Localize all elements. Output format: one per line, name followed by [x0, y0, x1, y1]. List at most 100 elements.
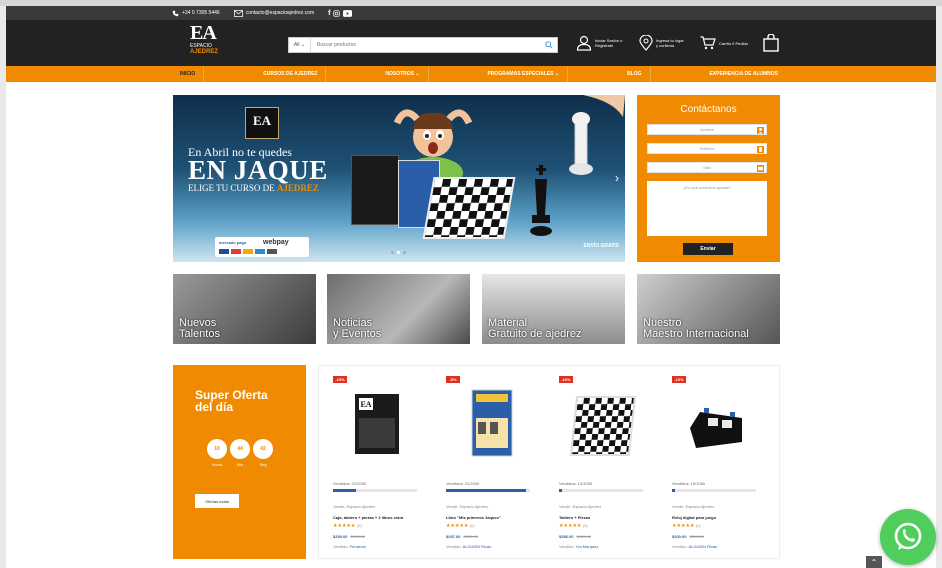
- hero-banner[interactable]: EA En Abril no te quedes EN JAQUE ELIGE …: [173, 95, 625, 262]
- vendor-line: Vendido: Ferrando: [333, 544, 366, 549]
- contact-name-field[interactable]: Nombre: [647, 124, 767, 135]
- contact-title: Contáctanos: [680, 104, 737, 115]
- sold-progress: [672, 489, 756, 492]
- webpay-logo: webpay: [263, 239, 289, 246]
- countdown-hours: 10: [207, 439, 227, 459]
- chevron-up-icon: ⌃: [870, 557, 878, 567]
- tile-material-gratuito[interactable]: Material Gratuito de ajedrez: [482, 274, 625, 344]
- product-card[interactable]: -10% Vendidos: 15/1000 Vende: Espacio Aj…: [658, 366, 771, 560]
- sold-count: Vendidos: 13/1000: [559, 481, 593, 486]
- search-category-select[interactable]: All ⌄: [289, 38, 311, 52]
- seller: Vende: Espacio Ajedrez: [333, 504, 376, 509]
- tile-noticias-eventos[interactable]: Noticias y Eventos: [327, 274, 470, 344]
- rating-stars: ★★★★★ (0): [333, 523, 362, 529]
- user-icon: [757, 127, 764, 134]
- nav-item-experiencia[interactable]: EXPERIENCIA DE ALUMNOS: [701, 66, 786, 82]
- product-name[interactable]: Libro "Mis primeros Jaques": [446, 515, 541, 520]
- tile-nuevos-talentos[interactable]: Nuevos Talentos: [173, 274, 316, 344]
- countdown-seconds: 42: [253, 439, 273, 459]
- contact-message-field[interactable]: ¿En qué podemos ayudar?: [647, 181, 767, 236]
- cart-icon: [700, 36, 716, 50]
- sold-progress: [446, 489, 530, 492]
- youtube-icon[interactable]: [343, 9, 353, 17]
- rating-stars: ★★★★★ (0): [559, 523, 588, 529]
- facebook-icon[interactable]: f: [328, 10, 330, 17]
- sold-progress-fill: [333, 489, 356, 492]
- sold-progress-fill: [559, 489, 563, 492]
- banner-chessboard: [422, 177, 516, 239]
- location-link[interactable]: Ingresa tu lugar y continúa: [639, 35, 686, 51]
- offer-all-button[interactable]: Ofertas todas: [195, 494, 239, 508]
- location-label: Ingresa tu lugar y continúa: [656, 38, 684, 48]
- vendor-line: Vendido: ALGUIEN Rivas: [446, 544, 492, 549]
- banner-next-arrow[interactable]: ›: [615, 171, 619, 185]
- whatsapp-icon: [894, 522, 922, 550]
- site-header: EA ESPACIO AJEDREZ All ⌄ Iniciar Sesión …: [6, 20, 936, 66]
- sold-count: Vendidos: 21/2000: [333, 481, 367, 486]
- tile-label: Nuestro Maestro Internacional: [643, 317, 749, 340]
- tile-maestro-internacional[interactable]: Nuestro Maestro Internacional: [637, 274, 780, 344]
- countdown-minutes: 44: [230, 439, 250, 459]
- svg-text:EA: EA: [360, 400, 371, 409]
- location-pin-icon: [639, 35, 653, 51]
- super-offer-panel: Super Oferta del día 10 44 42 Horas Min …: [173, 365, 306, 559]
- search-input[interactable]: [311, 38, 541, 52]
- cart-link[interactable]: Carrito 0 Pedido: [700, 36, 749, 50]
- rating-stars: ★★★★★ (0): [672, 523, 701, 529]
- product-carousel: -15% EA Vendidos: 21/2000 Vende: Espacio…: [318, 365, 780, 559]
- product-card[interactable]: -10% Vendidos: 13/1000 Vende: Espacio Aj…: [545, 366, 658, 560]
- banner-pagination[interactable]: [391, 251, 406, 254]
- search-icon: [545, 41, 553, 49]
- search-bar: All ⌄: [288, 37, 558, 53]
- phone-number: +34 0 7305 5446: [182, 10, 220, 16]
- contact-email-field[interactable]: Mail: [647, 162, 767, 173]
- product-name[interactable]: Tablero + Piezas: [559, 515, 654, 520]
- nav-item-nosotros[interactable]: NOSOTROS ⌄: [377, 66, 429, 82]
- product-image: [569, 396, 637, 456]
- product-name[interactable]: Reloj digital para juego: [672, 515, 767, 520]
- product-price: $297.00 $310.00: [446, 534, 478, 539]
- discount-badge: -10%: [672, 376, 686, 383]
- sold-count: Vendidos: 15/1000: [672, 481, 706, 486]
- product-name[interactable]: Caja, tablero + piezas + 2 libros extra: [333, 515, 428, 520]
- contact-phone-field[interactable]: Teléfono: [647, 143, 767, 154]
- vendor-line: Vendido: Vía Marquez: [559, 544, 599, 549]
- user-icon: [576, 35, 592, 51]
- rating-stars: ★★★★★ (0): [446, 523, 475, 529]
- email-contact[interactable]: contacto@espacioajedrez.com: [233, 9, 314, 17]
- product-card[interactable]: -15% EA Vendidos: 21/2000 Vende: Espacio…: [319, 366, 432, 560]
- shopping-bag-icon: [763, 34, 779, 52]
- card-logos: [219, 249, 277, 254]
- cart-label: Carrito 0 Pedido: [719, 40, 748, 46]
- nav-item-cursos[interactable]: CURSOS DE AJEDREZ: [255, 66, 327, 82]
- product-card[interactable]: -5% Vendidos: 21/2000 Vende: Espacio Aje…: [432, 366, 545, 560]
- nav-item-blog[interactable]: BLOG: [619, 66, 651, 82]
- phone-contact[interactable]: +34 0 7305 5446: [172, 10, 220, 17]
- tile-label: Material Gratuito de ajedrez: [488, 317, 582, 340]
- tile-label: Noticias y Eventos: [333, 317, 382, 340]
- login-link[interactable]: Iniciar Sesión o Registrate: [576, 35, 625, 51]
- phone-icon: [757, 146, 764, 153]
- countdown-hours-label: Horas: [211, 462, 223, 467]
- top-info-bar: +34 0 7305 5446 contacto@espacioajedrez.…: [6, 6, 936, 20]
- contact-form: Contáctanos Nombre Teléfono Mail ¿En qué…: [637, 95, 780, 262]
- discount-badge: -10%: [559, 376, 573, 383]
- contact-send-button[interactable]: Enviar: [683, 243, 733, 255]
- mail-icon: [233, 9, 243, 17]
- search-button[interactable]: [541, 38, 557, 52]
- sold-count: Vendidos: 21/2000: [446, 481, 480, 486]
- scroll-to-top-button[interactable]: ⌃: [866, 556, 882, 568]
- nav-item-inicio[interactable]: INICIO: [172, 66, 205, 82]
- instagram-icon[interactable]: [333, 9, 341, 17]
- site-logo[interactable]: EA ESPACIO AJEDREZ: [190, 23, 230, 65]
- tile-label: Nuevos Talentos: [179, 317, 220, 340]
- sold-progress: [559, 489, 643, 492]
- bag-link[interactable]: [763, 34, 779, 52]
- product-price: $200.00 $300.00: [672, 534, 704, 539]
- discount-badge: -15%: [333, 376, 347, 383]
- nav-item-programas[interactable]: PROGRAMAS ESPECIALES ⌄: [479, 66, 569, 82]
- seller: Vende: Espacio Ajedrez: [446, 504, 489, 509]
- whatsapp-button[interactable]: [880, 509, 936, 565]
- offer-title: Super Oferta del día: [195, 388, 268, 414]
- banner-product-box: [351, 155, 399, 225]
